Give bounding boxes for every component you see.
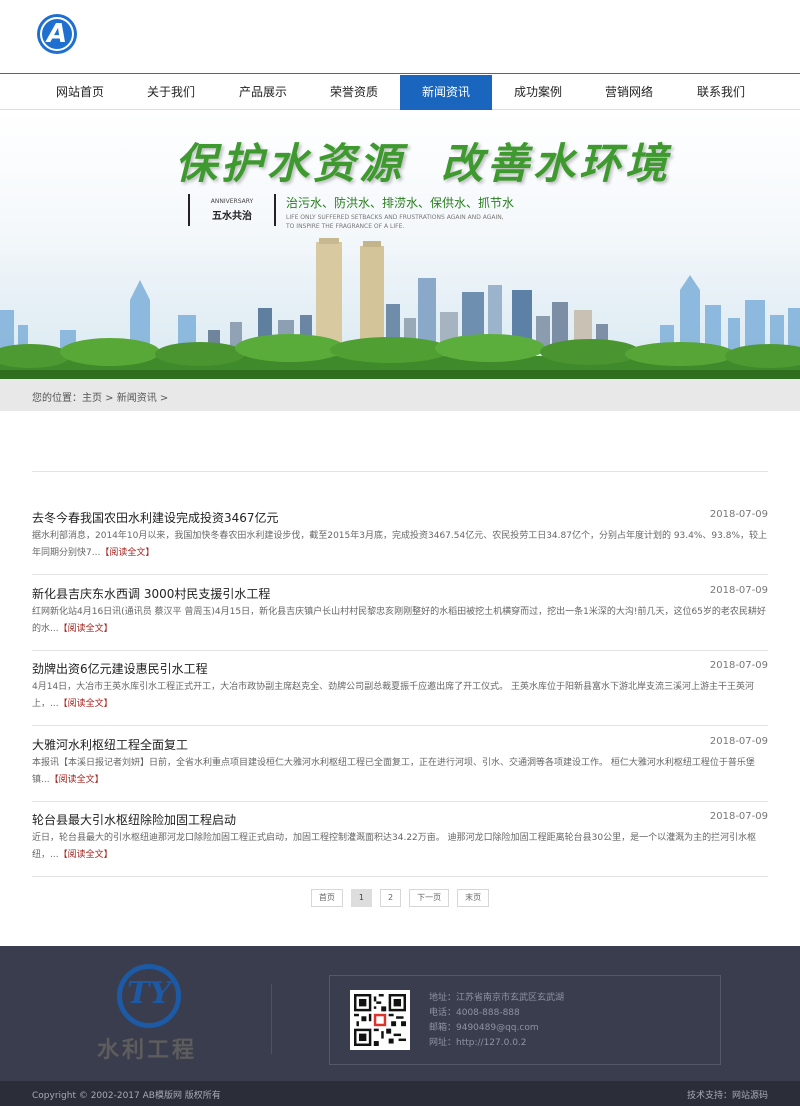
news-title[interactable]: 去冬今春我国农田水利建设完成投资3467亿元 [32,509,279,526]
news-summary: 据水利部消息，2014年10月以来，我国加快冬春农田水利建设步伐，截至2015年… [32,528,768,562]
banner-tagline: 治污水、防洪水、排涝水、保供水、抓节水 [286,196,515,210]
copyright-text: Copyright © 2002-2017 AB模版网 版权所有 [32,1091,221,1101]
news-summary: 4月14日，大冶市王英水库引水工程正式开工，大冶市政协副主席赵克全、劲牌公司副总… [32,679,768,713]
anniversary-title: 五水共治 [212,211,252,222]
nav-item-contact[interactable]: 联系我们 [675,75,767,110]
slogan-part-2: 改善水环境 [441,139,672,188]
first-page-button[interactable]: 首页 [310,889,343,907]
banner-en-line-1: LIFE ONLY SUFFERED SETBACKS AND FRUSTRAT… [286,214,504,221]
main-nav: 网站首页 关于我们 产品展示 荣誉资质 新闻资讯 成功案例 营销网络 联系我们 [0,75,800,110]
site-header: A [0,0,800,74]
nav-item-network[interactable]: 营销网络 [583,75,675,110]
nav-item-honors[interactable]: 荣誉资质 [308,75,400,110]
page-1-button[interactable]: 1 [350,889,372,907]
news-title[interactable]: 新化县吉庆东水西调 3000村民支援引水工程 [32,585,270,602]
site-logo[interactable]: A [37,14,77,54]
pagination: 首页 1 2 下一页 末页 [0,889,800,907]
city-skyline-illustration [0,238,800,380]
news-summary-text: 本报讯【本溪日报记者刘妍】日前，全省水利重点项目建设桓仁大雅河水利枢纽工程已全面… [32,758,755,785]
news-item: 劲牌出资6亿元建设惠民引水工程 2018-07-09 4月14日，大冶市王英水库… [32,650,768,726]
contact-phone: 电话：4008-888-888 [429,1008,520,1018]
news-date: 2018-07-09 [709,736,768,747]
contact-info: 地址：江苏省南京市玄武区玄武湖 电话：4008-888-888 邮箱：94904… [429,991,564,1051]
news-summary-text: 红网新化站4月16日讯(通讯员 蔡汉平 曾周玉)4月15日，新化县吉庆镇户长山村… [32,607,766,634]
logo-letter: A [46,19,68,49]
news-title[interactable]: 大雅河水利枢纽工程全面复工 [32,736,188,753]
read-more-link[interactable]: 【阅读全文】 [50,775,104,785]
news-item: 新化县吉庆东水西调 3000村民支援引水工程 2018-07-09 红网新化站4… [32,575,768,651]
list-top-divider [32,471,768,472]
news-date: 2018-07-09 [709,811,768,822]
nav-item-cases[interactable]: 成功案例 [492,75,584,110]
banner-tagline-block: 治污水、防洪水、排涝水、保供水、抓节水 LIFE ONLY SUFFERED S… [286,194,514,230]
hero-banner: 保护水资源 改善水环境 ANNIVERSARY 五水共治 治污水、防洪水、排涝水、… [0,110,800,380]
copyright-bar: Copyright © 2002-2017 AB模版网 版权所有 技术支持：网站… [0,1081,800,1106]
breadcrumb: 您的位置：主页 > 新闻资讯 > [0,379,800,411]
next-page-button[interactable]: 下一页 [409,889,450,907]
contact-address: 地址：江苏省南京市玄武区玄武湖 [429,993,565,1003]
news-date: 2018-07-09 [709,509,768,520]
slogan-part-1: 保护水资源 [175,139,406,188]
news-item: 轮台县最大引水枢纽除险加固工程启动 2018-07-09 近日，轮台县最大的引水… [32,801,768,877]
news-summary: 红网新化站4月16日讯(通讯员 蔡汉平 曾周玉)4月15日，新化县吉庆镇户长山村… [32,604,768,638]
nav-item-news[interactable]: 新闻资讯 [400,75,492,110]
news-date: 2018-07-09 [709,585,768,596]
banner-slogan: 保护水资源 改善水环境 [175,130,671,191]
read-more-link[interactable]: 【阅读全文】 [59,699,113,709]
last-page-button[interactable]: 末页 [457,889,490,907]
contact-website[interactable]: 网址：http://127.0.0.2 [429,1036,564,1051]
anniversary-badge: ANNIVERSARY 五水共治 [188,194,276,226]
tech-support-link[interactable]: 技术支持：网站源码 [687,1088,768,1101]
nav-item-home[interactable]: 网站首页 [34,75,126,110]
page-2-button[interactable]: 2 [380,889,402,907]
read-more-link[interactable]: 【阅读全文】 [59,850,113,860]
read-more-link[interactable]: 【阅读全文】 [100,548,154,558]
contact-email[interactable]: 邮箱：9490489@qq.com [429,1021,564,1036]
news-summary: 近日，轮台县最大的引水枢纽迪那河龙口除险加固工程正式启动，加固工程控制灌溉面积达… [32,830,768,864]
main-towers [208,238,608,352]
news-summary-text: 近日，轮台县最大的引水枢纽迪那河龙口除险加固工程正式启动，加固工程控制灌溉面积达… [32,833,757,860]
footer-logo-letters: TY [127,976,171,1011]
news-date: 2018-07-09 [709,660,768,671]
site-footer: TY 水利工程 地址：江苏省南京市玄武区玄武湖 电话：4008-888-888 … [0,946,800,1081]
qr-code-icon [350,990,410,1050]
footer-contact-box: 地址：江苏省南京市玄武区玄武湖 电话：4008-888-888 邮箱：94904… [329,975,721,1065]
news-summary: 本报讯【本溪日报记者刘妍】日前，全省水利重点项目建设桓仁大雅河水利枢纽工程已全面… [32,755,768,789]
breadcrumb-text[interactable]: 您的位置：主页 > 新闻资讯 > [32,389,168,404]
read-more-link[interactable]: 【阅读全文】 [59,624,113,634]
banner-en-line-2: TO INSPIRE THE FRAGRANCE OF A LIFE. [286,223,405,230]
nav-item-about[interactable]: 关于我们 [125,75,217,110]
nav-item-products[interactable]: 产品展示 [217,75,309,110]
news-title[interactable]: 轮台县最大引水枢纽除险加固工程启动 [32,811,236,828]
anniversary-label: ANNIVERSARY [210,198,254,205]
footer-logo-text: 水利工程 [97,1038,198,1063]
footer-divider [271,984,272,1054]
footer-logo: TY 水利工程 [97,964,215,1074]
news-title[interactable]: 劲牌出资6亿元建设惠民引水工程 [32,660,208,677]
news-item: 去冬今春我国农田水利建设完成投资3467亿元 2018-07-09 据水利部消息… [32,499,768,575]
news-summary-text: 4月14日，大冶市王英水库引水工程正式开工，大冶市政协副主席赵克全、劲牌公司副总… [32,682,755,709]
news-item: 大雅河水利枢纽工程全面复工 2018-07-09 本报讯【本溪日报记者刘妍】日前… [32,726,768,802]
